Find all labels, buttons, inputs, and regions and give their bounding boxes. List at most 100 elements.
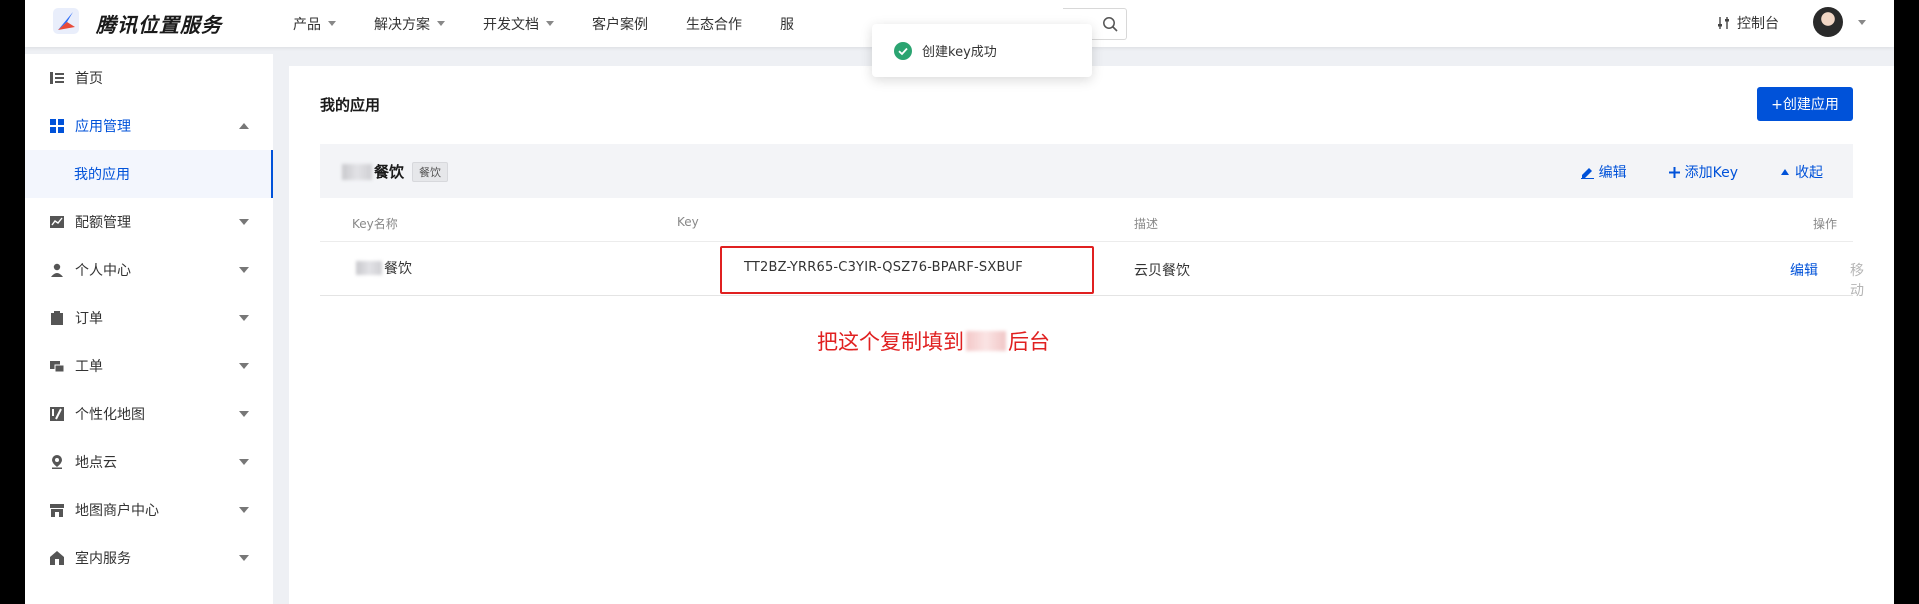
sidebar-item-profile[interactable]: 个人中心 — [25, 246, 273, 294]
sidebar-item-home[interactable]: 首页 — [25, 54, 273, 102]
sidebar-item-merchant-center[interactable]: 地图商户中心 — [25, 486, 273, 534]
collapse-button[interactable]: 收起 — [1780, 162, 1823, 182]
key-name-cell: 餐饮 — [356, 258, 412, 278]
sidebar-item-app-management[interactable]: 应用管理 — [25, 102, 273, 150]
nav-item-solutions[interactable]: 解决方案 — [374, 14, 445, 34]
brand-name[interactable]: 腾讯位置服务 — [96, 9, 222, 38]
nav-label: 服 — [780, 16, 794, 33]
nav-item-cases[interactable]: 客户案例 — [592, 14, 648, 34]
sidebar-item-label: 个人中心 — [75, 263, 131, 279]
nav-label: 解决方案 — [374, 16, 430, 33]
sidebar-item-custom-map[interactable]: 个性化地图 — [25, 390, 273, 438]
success-toast: 创建key成功 — [872, 24, 1092, 77]
red-annotation: 把这个复制填到 后台 — [817, 326, 1050, 356]
chevron-down-icon — [328, 21, 336, 26]
map-style-icon — [49, 406, 65, 422]
add-key-button[interactable]: 添加Key — [1668, 162, 1738, 182]
sidebar-item-tickets[interactable]: 工单 — [25, 342, 273, 390]
nav-item-service[interactable]: 服 — [780, 14, 794, 34]
sidebar: 首页 应用管理 我的应用 配额管理 个人中心 订单 工单 个性化地图 地点云 地… — [25, 54, 273, 604]
move-key-link[interactable]: 移动 — [1850, 260, 1864, 300]
key-value[interactable]: TT2BZ-YRR65-C3YIR-QSZ76-BPARF-SXBUF — [744, 260, 1023, 275]
col-header-key-name: Key名称 — [352, 217, 398, 231]
building-icon — [49, 550, 65, 566]
user-avatar[interactable] — [1813, 7, 1843, 37]
app-name-text: 餐饮 — [374, 163, 405, 181]
nav-label: 开发文档 — [483, 16, 539, 33]
app-name: 餐饮 — [342, 161, 404, 182]
edit-label: 编辑 — [1598, 165, 1627, 181]
app-actions: 编辑 添加Key 收起 — [1539, 162, 1823, 182]
tencent-map-logo-icon[interactable] — [51, 6, 81, 36]
chevron-down-icon — [239, 555, 249, 561]
console-link[interactable]: 控制台 — [1717, 13, 1779, 33]
avatar-chevron-down-icon[interactable] — [1858, 20, 1866, 25]
chevron-up-icon — [239, 123, 249, 129]
pencil-icon — [1580, 167, 1594, 179]
edit-app-button[interactable]: 编辑 — [1580, 162, 1627, 182]
caret-up-icon — [1781, 169, 1789, 175]
chevron-down-icon — [239, 459, 249, 465]
collapse-label: 收起 — [1795, 165, 1823, 181]
sidebar-item-label: 首页 — [75, 71, 103, 87]
chevron-down-icon — [239, 507, 249, 513]
sidebar-item-indoor-service[interactable]: 室内服务 — [25, 534, 273, 582]
chevron-down-icon — [239, 411, 249, 417]
clipboard-icon — [49, 310, 65, 326]
chevron-down-icon — [437, 21, 445, 26]
sidebar-item-label: 地点云 — [75, 455, 117, 471]
list-icon — [49, 70, 65, 86]
sliders-icon — [1718, 17, 1729, 29]
annotation-text-after: 后台 — [1008, 330, 1050, 354]
nav-label: 产品 — [293, 16, 321, 33]
plus-icon — [1668, 166, 1680, 178]
page-title: 我的应用 — [320, 96, 381, 114]
ticket-icon — [49, 358, 65, 374]
chevron-down-icon — [239, 267, 249, 273]
console-label: 控制台 — [1737, 16, 1779, 32]
app-card-header: 餐饮 餐饮 编辑 添加Key 收起 — [320, 144, 1853, 198]
sidebar-item-label: 地图商户中心 — [75, 503, 159, 519]
sidebar-subitem-label: 我的应用 — [74, 167, 130, 183]
browser-viewport: 腾讯位置服务 产品 解决方案 开发文档 客户案例 生态合作 服 控制台 创建ke… — [25, 0, 1894, 604]
chevron-down-icon — [239, 219, 249, 225]
key-table-header: Key名称 Key 描述 操作 — [320, 202, 1853, 242]
key-description: 云贝餐饮 — [1134, 263, 1190, 279]
sidebar-item-orders[interactable]: 订单 — [25, 294, 273, 342]
nav-item-ecosystem[interactable]: 生态合作 — [686, 14, 742, 34]
sidebar-item-label: 订单 — [75, 311, 103, 327]
app-type-badge: 餐饮 — [412, 162, 448, 182]
chevron-down-icon — [239, 363, 249, 369]
nav-item-docs[interactable]: 开发文档 — [483, 14, 554, 34]
chevron-down-icon — [239, 315, 249, 321]
sidebar-item-label: 个性化地图 — [75, 407, 145, 423]
key-name-text: 餐饮 — [384, 261, 412, 277]
store-icon — [49, 502, 65, 518]
chevron-down-icon — [546, 21, 554, 26]
edit-key-link[interactable]: 编辑 — [1790, 260, 1818, 280]
sidebar-item-label: 应用管理 — [75, 119, 131, 135]
redacted-text — [356, 261, 382, 275]
nav-label: 客户案例 — [592, 16, 648, 33]
nav-label: 生态合作 — [686, 16, 742, 33]
sidebar-subitem-my-apps[interactable]: 我的应用 — [25, 150, 273, 198]
location-pin-icon — [49, 454, 65, 470]
col-header-desc: 描述 — [1134, 217, 1159, 231]
sidebar-item-label: 工单 — [75, 359, 103, 375]
chart-icon — [49, 214, 65, 230]
grid-icon — [49, 118, 65, 134]
table-row: 餐饮 TT2BZ-YRR65-C3YIR-QSZ76-BPARF-SXBUF 云… — [320, 242, 1864, 299]
check-circle-icon — [894, 41, 912, 60]
redacted-text — [342, 163, 372, 180]
search-icon[interactable] — [1102, 16, 1118, 32]
sidebar-item-quota[interactable]: 配额管理 — [25, 198, 273, 246]
user-icon — [49, 262, 65, 278]
sidebar-item-label: 配额管理 — [75, 215, 131, 231]
main-content: 我的应用 +创建应用 餐饮 餐饮 编辑 添加Key 收起 Key名称 Key 描… — [289, 66, 1894, 604]
main-nav: 产品 解决方案 开发文档 客户案例 生态合作 服 — [293, 0, 832, 47]
nav-item-products[interactable]: 产品 — [293, 14, 336, 34]
create-app-button[interactable]: +创建应用 — [1757, 87, 1853, 121]
toast-message: 创建key成功 — [922, 45, 997, 60]
sidebar-item-place-cloud[interactable]: 地点云 — [25, 438, 273, 486]
col-header-ops: 操作 — [1813, 217, 1838, 231]
